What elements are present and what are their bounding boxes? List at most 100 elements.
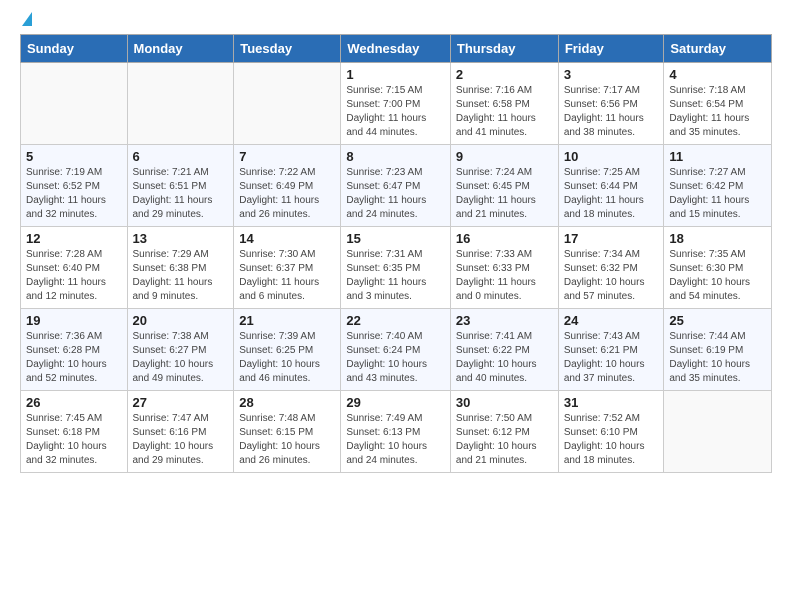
day-info: Sunrise: 7:47 AMSunset: 6:16 PMDaylight:… — [133, 412, 229, 468]
calendar-cell: 2 Sunrise: 7:16 AMSunset: 6:58 PMDaylight… — [450, 63, 558, 145]
calendar-cell: 27 Sunrise: 7:47 AMSunset: 6:16 PMDayligh… — [127, 391, 234, 473]
day-info: Sunrise: 7:49 AMSunset: 6:13 PMDaylight:… — [346, 412, 445, 468]
calendar-cell: 15 Sunrise: 7:31 AMSunset: 6:35 PMDayligh… — [341, 227, 451, 309]
day-number: 14 — [239, 231, 335, 246]
calendar-table: SundayMondayTuesdayWednesdayThursdayFrid… — [20, 34, 772, 473]
day-info: Sunrise: 7:15 AMSunset: 7:00 PMDaylight:… — [346, 84, 445, 140]
calendar-cell: 25Sunrise: 7:44 AMSunset: 6:19 PMDayligh… — [664, 309, 772, 391]
calendar-cell: 18 Sunrise: 7:35 AMSunset: 6:30 PMDayligh… — [664, 227, 772, 309]
calendar-cell: 8Sunrise: 7:23 AMSunset: 6:47 PMDaylight… — [341, 145, 451, 227]
calendar-cell: 21Sunrise: 7:39 AMSunset: 6:25 PMDayligh… — [234, 309, 341, 391]
calendar-cell: 1 Sunrise: 7:15 AMSunset: 7:00 PMDaylight… — [341, 63, 451, 145]
day-number: 10 — [564, 149, 659, 164]
day-info: Sunrise: 7:22 AMSunset: 6:49 PMDaylight:… — [239, 166, 335, 222]
day-info: Sunrise: 7:34 AMSunset: 6:32 PMDaylight:… — [564, 248, 659, 304]
day-info: Sunrise: 7:18 AMSunset: 6:54 PMDaylight:… — [669, 84, 766, 140]
day-info: Sunrise: 7:23 AMSunset: 6:47 PMDaylight:… — [346, 166, 445, 222]
calendar-cell: 24 Sunrise: 7:43 AMSunset: 6:21 PMDayligh… — [558, 309, 664, 391]
day-number: 5 — [26, 149, 122, 164]
calendar-cell: 12 Sunrise: 7:28 AMSunset: 6:40 PMDayligh… — [21, 227, 128, 309]
day-number: 13 — [133, 231, 229, 246]
calendar-cell: 20Sunrise: 7:38 AMSunset: 6:27 PMDayligh… — [127, 309, 234, 391]
calendar-cell: 5 Sunrise: 7:19 AMSunset: 6:52 PMDaylight… — [21, 145, 128, 227]
day-number: 16 — [456, 231, 553, 246]
logo — [20, 16, 32, 26]
day-info: Sunrise: 7:50 AMSunset: 6:12 PMDaylight:… — [456, 412, 553, 468]
header — [20, 16, 772, 26]
day-info: Sunrise: 7:35 AMSunset: 6:30 PMDaylight:… — [669, 248, 766, 304]
day-number: 22 — [346, 313, 445, 328]
day-number: 11 — [669, 149, 766, 164]
day-number: 19 — [26, 313, 122, 328]
day-info: Sunrise: 7:17 AMSunset: 6:56 PMDaylight:… — [564, 84, 659, 140]
day-number: 21 — [239, 313, 335, 328]
day-info: Sunrise: 7:30 AMSunset: 6:37 PMDaylight:… — [239, 248, 335, 304]
day-info: Sunrise: 7:40 AMSunset: 6:24 PMDaylight:… — [346, 330, 445, 386]
day-info: Sunrise: 7:28 AMSunset: 6:40 PMDaylight:… — [26, 248, 122, 304]
day-number: 15 — [346, 231, 445, 246]
day-info: Sunrise: 7:38 AMSunset: 6:27 PMDaylight:… — [133, 330, 229, 386]
page: SundayMondayTuesdayWednesdayThursdayFrid… — [0, 0, 792, 485]
day-info: Sunrise: 7:48 AMSunset: 6:15 PMDaylight:… — [239, 412, 335, 468]
calendar-header-friday: Friday — [558, 35, 664, 63]
calendar-cell: 17 Sunrise: 7:34 AMSunset: 6:32 PMDayligh… — [558, 227, 664, 309]
day-info: Sunrise: 7:21 AMSunset: 6:51 PMDaylight:… — [133, 166, 229, 222]
day-number: 1 — [346, 67, 445, 82]
calendar-cell: 19 Sunrise: 7:36 AMSunset: 6:28 PMDayligh… — [21, 309, 128, 391]
calendar-cell: 11Sunrise: 7:27 AMSunset: 6:42 PMDayligh… — [664, 145, 772, 227]
calendar-cell — [234, 63, 341, 145]
calendar-header-tuesday: Tuesday — [234, 35, 341, 63]
day-info: Sunrise: 7:36 AMSunset: 6:28 PMDaylight:… — [26, 330, 122, 386]
day-number: 31 — [564, 395, 659, 410]
day-number: 9 — [456, 149, 553, 164]
calendar-cell: 28 Sunrise: 7:48 AMSunset: 6:15 PMDayligh… — [234, 391, 341, 473]
day-info: Sunrise: 7:29 AMSunset: 6:38 PMDaylight:… — [133, 248, 229, 304]
day-number: 24 — [564, 313, 659, 328]
day-info: Sunrise: 7:19 AMSunset: 6:52 PMDaylight:… — [26, 166, 122, 222]
day-number: 2 — [456, 67, 553, 82]
logo-triangle-icon — [22, 12, 32, 26]
calendar-header-thursday: Thursday — [450, 35, 558, 63]
day-number: 27 — [133, 395, 229, 410]
day-info: Sunrise: 7:52 AMSunset: 6:10 PMDaylight:… — [564, 412, 659, 468]
calendar-cell: 16 Sunrise: 7:33 AMSunset: 6:33 PMDayligh… — [450, 227, 558, 309]
calendar-week-row: 5 Sunrise: 7:19 AMSunset: 6:52 PMDaylight… — [21, 145, 772, 227]
calendar-cell — [21, 63, 128, 145]
calendar-cell: 10Sunrise: 7:25 AMSunset: 6:44 PMDayligh… — [558, 145, 664, 227]
calendar-cell: 14 Sunrise: 7:30 AMSunset: 6:37 PMDayligh… — [234, 227, 341, 309]
day-info: Sunrise: 7:33 AMSunset: 6:33 PMDaylight:… — [456, 248, 553, 304]
calendar-cell — [127, 63, 234, 145]
calendar-cell: 9Sunrise: 7:24 AMSunset: 6:45 PMDaylight… — [450, 145, 558, 227]
day-info: Sunrise: 7:31 AMSunset: 6:35 PMDaylight:… — [346, 248, 445, 304]
day-number: 23 — [456, 313, 553, 328]
day-number: 28 — [239, 395, 335, 410]
calendar-cell: 26 Sunrise: 7:45 AMSunset: 6:18 PMDayligh… — [21, 391, 128, 473]
calendar-cell: 6 Sunrise: 7:21 AMSunset: 6:51 PMDaylight… — [127, 145, 234, 227]
calendar-cell: 31 Sunrise: 7:52 AMSunset: 6:10 PMDayligh… — [558, 391, 664, 473]
day-info: Sunrise: 7:41 AMSunset: 6:22 PMDaylight:… — [456, 330, 553, 386]
calendar-week-row: 1 Sunrise: 7:15 AMSunset: 7:00 PMDaylight… — [21, 63, 772, 145]
calendar-cell: 3Sunrise: 7:17 AMSunset: 6:56 PMDaylight… — [558, 63, 664, 145]
calendar-header-row: SundayMondayTuesdayWednesdayThursdayFrid… — [21, 35, 772, 63]
calendar-week-row: 19 Sunrise: 7:36 AMSunset: 6:28 PMDayligh… — [21, 309, 772, 391]
day-info: Sunrise: 7:16 AMSunset: 6:58 PMDaylight:… — [456, 84, 553, 140]
day-number: 26 — [26, 395, 122, 410]
calendar-header-wednesday: Wednesday — [341, 35, 451, 63]
day-number: 30 — [456, 395, 553, 410]
calendar-header-saturday: Saturday — [664, 35, 772, 63]
day-number: 4 — [669, 67, 766, 82]
calendar-header-monday: Monday — [127, 35, 234, 63]
day-info: Sunrise: 7:44 AMSunset: 6:19 PMDaylight:… — [669, 330, 766, 386]
day-number: 12 — [26, 231, 122, 246]
calendar-cell: 13 Sunrise: 7:29 AMSunset: 6:38 PMDayligh… — [127, 227, 234, 309]
calendar-cell: 23 Sunrise: 7:41 AMSunset: 6:22 PMDayligh… — [450, 309, 558, 391]
day-number: 17 — [564, 231, 659, 246]
calendar-cell: 7 Sunrise: 7:22 AMSunset: 6:49 PMDaylight… — [234, 145, 341, 227]
calendar-cell: 22 Sunrise: 7:40 AMSunset: 6:24 PMDayligh… — [341, 309, 451, 391]
day-number: 7 — [239, 149, 335, 164]
day-info: Sunrise: 7:43 AMSunset: 6:21 PMDaylight:… — [564, 330, 659, 386]
day-number: 6 — [133, 149, 229, 164]
calendar-cell: 4 Sunrise: 7:18 AMSunset: 6:54 PMDaylight… — [664, 63, 772, 145]
day-number: 18 — [669, 231, 766, 246]
day-info: Sunrise: 7:45 AMSunset: 6:18 PMDaylight:… — [26, 412, 122, 468]
